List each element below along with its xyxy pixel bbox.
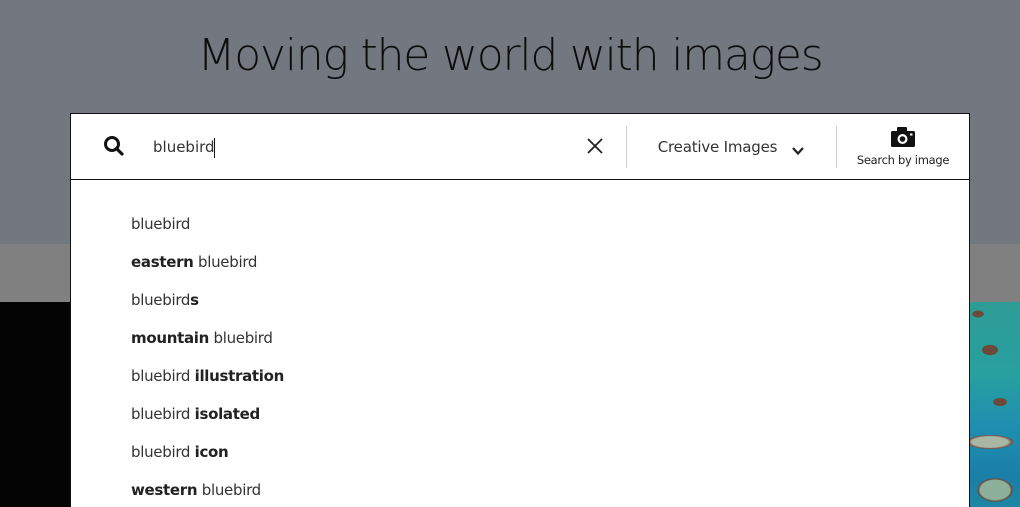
suggestion-item[interactable]: bluebird illustration (131, 367, 284, 391)
chevron-down-icon (791, 143, 805, 156)
search-icon[interactable] (102, 134, 126, 158)
close-icon (587, 138, 603, 154)
hero-image-reef (970, 302, 1020, 507)
suggestion-item[interactable]: mountain bluebird (131, 329, 273, 353)
suggestion-item[interactable]: bluebirds (131, 291, 199, 315)
suggestion-item[interactable]: bluebird icon (131, 443, 229, 467)
search-input[interactable] (153, 134, 573, 160)
text-caret (214, 138, 215, 158)
image-type-dropdown[interactable]: Creative Images (627, 114, 836, 179)
camera-icon (890, 126, 916, 148)
search-by-image-label: Search by image (856, 153, 950, 167)
suggestion-item[interactable]: western bluebird (131, 481, 261, 505)
image-type-selected: Creative Images (657, 137, 778, 156)
suggestion-item[interactable]: bluebird (131, 215, 190, 239)
page-title: Moving the world with images (197, 30, 824, 81)
search-by-image-button[interactable]: Search by image (837, 114, 969, 179)
clear-search-button[interactable] (583, 134, 607, 158)
suggestion-item[interactable]: eastern bluebird (131, 253, 257, 277)
suggestions-dropdown: bluebird eastern bluebird bluebirds moun… (70, 180, 970, 507)
search-bar: Creative Images Search by image (70, 113, 970, 180)
suggestion-item[interactable]: bluebird isolated (131, 405, 260, 429)
